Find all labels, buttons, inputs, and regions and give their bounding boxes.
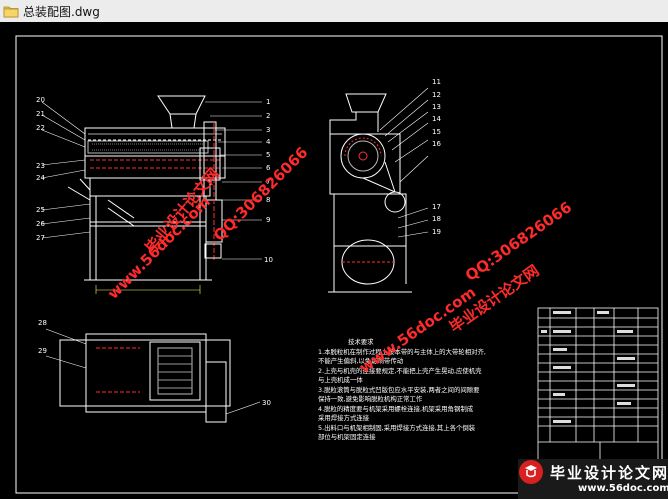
notes-heading: 技术要求 (348, 338, 374, 346)
part-label: 19 (432, 228, 441, 236)
part-label: 11 (432, 78, 441, 86)
part-label: 30 (262, 399, 271, 407)
part-label: 18 (432, 215, 441, 223)
part-label: 15 (432, 128, 441, 136)
technical-notes: 技术要求 1.本脱粒机在制作过程上按本带的与主体上的大带轮相对齐, 不能产生偏斜… (318, 338, 543, 443)
brand-title: 毕业设计论文网 (550, 464, 668, 482)
part-label: 21 (36, 110, 45, 118)
part-label: 27 (36, 234, 45, 242)
part-label: 3 (266, 126, 270, 134)
leader-lines-right (379, 87, 429, 238)
part-label: 28 (38, 319, 47, 327)
part-label: 12 (432, 91, 441, 99)
part-label: 14 (432, 115, 441, 123)
part-label: 10 (264, 256, 273, 264)
notes-line: 采用焊接方式连接 (318, 414, 370, 422)
part-label: 24 (36, 174, 45, 182)
part-label: 22 (36, 124, 45, 132)
part-label: 1 (266, 98, 270, 106)
folder-icon (3, 6, 19, 18)
window-titlebar: 总装配图.dwg (0, 0, 668, 23)
part-label: 2 (266, 112, 270, 120)
part-label: 13 (432, 103, 441, 111)
part-label: 26 (36, 220, 45, 228)
notes-line: 3.脱粒滚筒与脱粒式凹版包应水平安装,两者之间的间隙要 (318, 385, 480, 394)
part-label: 17 (432, 203, 441, 211)
part-label: 29 (38, 347, 47, 355)
brand-logo-icon (519, 460, 543, 484)
notes-line: 保持一致,避免影响脱粒机构正常工作 (318, 395, 423, 403)
part-label: 25 (36, 206, 45, 214)
notes-line: 5.出料口与机架相制固,采用焊接方式连接,其上各个倒装 (318, 423, 476, 432)
part-label: 5 (266, 151, 270, 159)
title-block-text-marks (541, 311, 635, 474)
part-label: 16 (432, 140, 441, 148)
brand-url: www.56doc.com (578, 483, 668, 494)
notes-line: 2.上壳与机壳的连接要规定,不能把上壳产生晃动,应使机壳 (318, 366, 482, 375)
brand-banner: 毕业设计论文网 www.56doc.com (518, 459, 668, 499)
notes-line: 1.本脱粒机在制作过程上按本带的与主体上的大带轮相对齐, (318, 347, 486, 356)
part-label: 9 (266, 216, 270, 224)
notes-line: 不能产生偏斜,以免影响带传动 (318, 357, 404, 365)
part-label: 23 (36, 162, 45, 170)
drawing-canvas[interactable]: 1 2 3 4 5 6 7 8 9 10 20 21 22 23 24 25 2… (0, 22, 668, 499)
part-label: 20 (36, 96, 45, 104)
notes-line: 部位与机架固定连接 (318, 433, 376, 441)
notes-line: 与上壳机成一体 (318, 376, 363, 384)
plan-view (59, 333, 231, 423)
notes-line: 4.脱粒的精度要与机架采用螺栓连接,机架采用角钢制成 (318, 404, 474, 413)
window-title: 总装配图.dwg (23, 4, 100, 19)
part-label: 4 (266, 138, 271, 146)
